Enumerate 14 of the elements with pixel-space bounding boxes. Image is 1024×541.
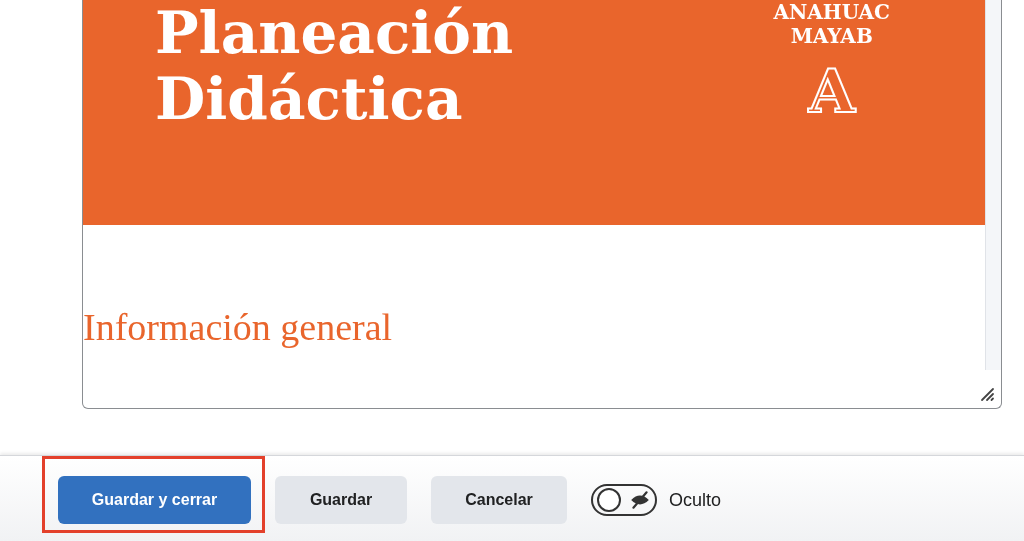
logo-text: MAYAB xyxy=(790,24,873,48)
hidden-eye-icon xyxy=(629,489,651,511)
action-button[interactable]: Guardar xyxy=(275,476,407,524)
toggle-label: Oculto xyxy=(669,489,722,511)
logo-letter: A xyxy=(808,56,856,126)
resize-handle-icon[interactable] xyxy=(979,386,995,402)
banner-title: Didáctica xyxy=(155,66,464,132)
logo-text: ANAHUAC xyxy=(773,0,890,24)
scrollbar[interactable] xyxy=(985,0,1001,370)
banner-title: Planeación xyxy=(155,0,514,66)
action-button[interactable]: Guardar y cerrar xyxy=(58,476,251,524)
visibility-toggle[interactable] xyxy=(591,484,657,516)
section-heading: Información general xyxy=(83,305,394,349)
action-button[interactable]: Cancelar xyxy=(431,476,567,524)
